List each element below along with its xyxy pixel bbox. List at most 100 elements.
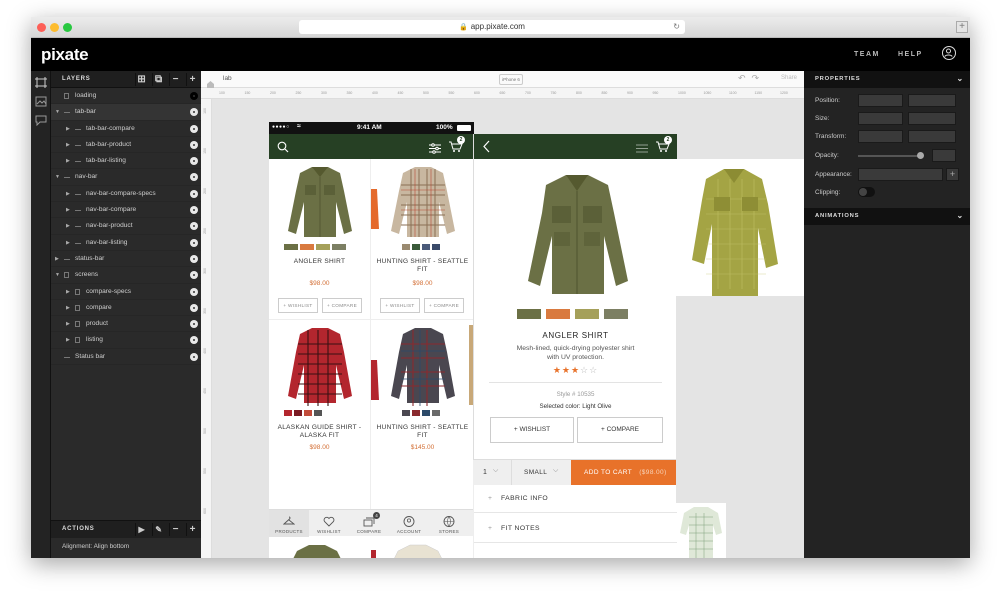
size-select[interactable]: SMALL [524,469,547,476]
chevron-down-icon[interactable]: ⌵ [493,467,498,475]
layer-row[interactable]: loading [51,88,201,105]
layer-row[interactable]: ▶ compare [51,300,201,317]
wishlist-button[interactable]: + WISHLIST [490,417,574,443]
listing-screen[interactable]: ●●●●○ ≈ 9:41 AM 100% 2 ANGLER SHIRT $98.… [269,122,474,558]
comment-tool-icon[interactable] [35,113,47,127]
tab-wishlist[interactable]: WISHLIST [309,510,349,537]
user-account-icon[interactable] [942,46,956,60]
visibility-toggle-icon[interactable] [190,173,198,182]
layer-row[interactable]: ▶ nav-bar-compare-specs [51,186,201,203]
edit-action-icon[interactable]: ✎ [152,523,165,536]
filter-icon[interactable] [429,141,441,154]
remove-action-icon[interactable]: − [169,523,182,536]
expand-caret-icon[interactable]: ▼ [55,104,60,120]
device-selector[interactable]: iPhone 6 [499,74,523,85]
layer-row[interactable]: ▼ nav-bar [51,169,201,186]
collapse-caret-icon[interactable]: ▶ [66,235,70,251]
layer-row[interactable]: ▶ listing [51,332,201,349]
scale-field[interactable] [908,130,956,143]
collapse-caret-icon[interactable]: ▶ [66,300,70,316]
product-tile[interactable]: ALASKAN GUIDE SHIRT - ALASKA FIT $98.00 [269,319,371,509]
undo-redo-icons[interactable]: ↶↷ [738,73,765,84]
add-compare-button[interactable]: + COMPARE [424,298,464,313]
opacity-slider[interactable] [858,155,922,157]
collapse-caret-icon[interactable]: ▶ [66,137,70,153]
collapse-caret-icon[interactable]: ▶ [66,316,70,332]
home-icon[interactable] [206,75,215,88]
visibility-toggle-icon[interactable] [190,271,198,280]
width-field[interactable] [858,112,903,125]
layer-row[interactable]: ▶ product [51,316,201,333]
compare-button[interactable]: + COMPARE [577,417,663,443]
layer-row[interactable]: ▶ nav-bar-listing [51,235,201,251]
product-tile[interactable]: HUNTING SHIRT - SEATTLE FIT $98.00 + WIS… [371,159,474,319]
filter-icon[interactable] [636,141,648,153]
appearance-field[interactable] [858,168,943,181]
share-button[interactable]: Share [781,75,797,81]
properties-header[interactable]: PROPERTIES ⌄ [804,71,970,88]
visibility-toggle-icon[interactable] [190,303,198,312]
position-x-field[interactable] [858,94,903,107]
tab-account[interactable]: ACCOUNT [389,510,429,537]
collapse-caret-icon[interactable]: ▶ [66,202,70,218]
layer-row[interactable]: ▶ tab-bar-product [51,137,201,154]
layers-tool-icon[interactable] [35,75,47,88]
add-layer-icon[interactable]: + [186,73,199,86]
back-arrow-icon[interactable] [482,140,492,153]
product-screen[interactable]: 2 ANGLER SHIRT Mesh-lined, quick-drying … [473,134,677,459]
opacity-slider-thumb[interactable] [917,152,924,159]
layer-row[interactable]: ▶ status-bar [51,251,201,268]
accordion-fabric-info[interactable]: + FABRIC INFO [474,485,677,513]
product-tile[interactable]: HUNTING SHIRT - SEATTLE FIT $145.00 [371,319,474,509]
play-icon[interactable]: ▶ [135,523,148,536]
layer-row[interactable]: ▶ compare-specs [51,284,201,300]
collapse-caret-icon[interactable]: ▶ [66,332,70,348]
design-canvas[interactable]: lab iPhone 6 ↶↷ Share 100 150 200 250 300 350… [201,71,804,558]
rotation-field[interactable] [858,130,903,143]
add-appearance-icon[interactable]: + [946,168,959,181]
layer-row[interactable]: ▼ screens [51,267,201,284]
search-icon[interactable] [277,140,289,153]
tab-products[interactable]: PRODUCTS [269,510,309,537]
color-swatches[interactable] [284,410,322,416]
minimize-window-button[interactable] [50,23,59,32]
expand-caret-icon[interactable]: ▼ [55,267,60,283]
image-tool-icon[interactable] [35,94,47,107]
expand-caret-icon[interactable]: ▼ [55,169,60,185]
color-swatches[interactable] [402,410,440,416]
height-field[interactable] [908,112,956,125]
visibility-toggle-icon[interactable] [190,287,198,296]
action-item[interactable]: Alignment: Align bottom [51,538,201,550]
color-swatches[interactable] [517,309,628,319]
visibility-toggle-icon[interactable] [190,254,198,263]
collapse-caret-icon[interactable]: ▶ [66,121,70,137]
nav-team[interactable]: TEAM [854,51,880,58]
add-compare-button[interactable]: + COMPARE [322,298,362,313]
visibility-toggle-icon[interactable] [190,222,198,231]
remove-layer-icon[interactable]: − [169,73,182,86]
address-bar[interactable]: 🔒 app.pixate.com ↻ [299,20,685,34]
collapse-caret-icon[interactable]: ▶ [55,251,59,267]
add-wishlist-button[interactable]: + WISHLIST [380,298,420,313]
visibility-toggle-icon[interactable] [190,157,198,166]
layer-row[interactable]: ▶ nav-bar-compare [51,202,201,219]
color-swatches[interactable] [402,244,440,250]
visibility-toggle-icon[interactable] [190,352,198,361]
visibility-toggle-icon[interactable] [190,124,198,133]
add-to-cart-button[interactable]: ADD TO CART ($98.00) [571,460,676,486]
layer-row[interactable]: ▶ tab-bar-listing [51,153,201,170]
visibility-toggle-icon[interactable] [190,336,198,345]
visibility-toggle-icon[interactable] [190,92,198,100]
layer-row[interactable]: Status bar [51,349,201,366]
add-wishlist-button[interactable]: + WISHLIST [278,298,318,313]
duplicate-layer-icon[interactable]: ⧉ [152,73,165,86]
clipping-toggle[interactable] [858,187,875,197]
visibility-toggle-icon[interactable] [190,189,198,198]
new-tab-button[interactable]: + [956,21,968,33]
visibility-toggle-icon[interactable] [190,206,198,215]
collapse-caret-icon[interactable]: ▶ [66,153,70,169]
opacity-field[interactable] [932,149,956,162]
add-action-icon[interactable]: + [186,523,199,536]
pixate-logo[interactable]: pixate [41,45,89,65]
nav-help[interactable]: HELP [898,51,923,58]
